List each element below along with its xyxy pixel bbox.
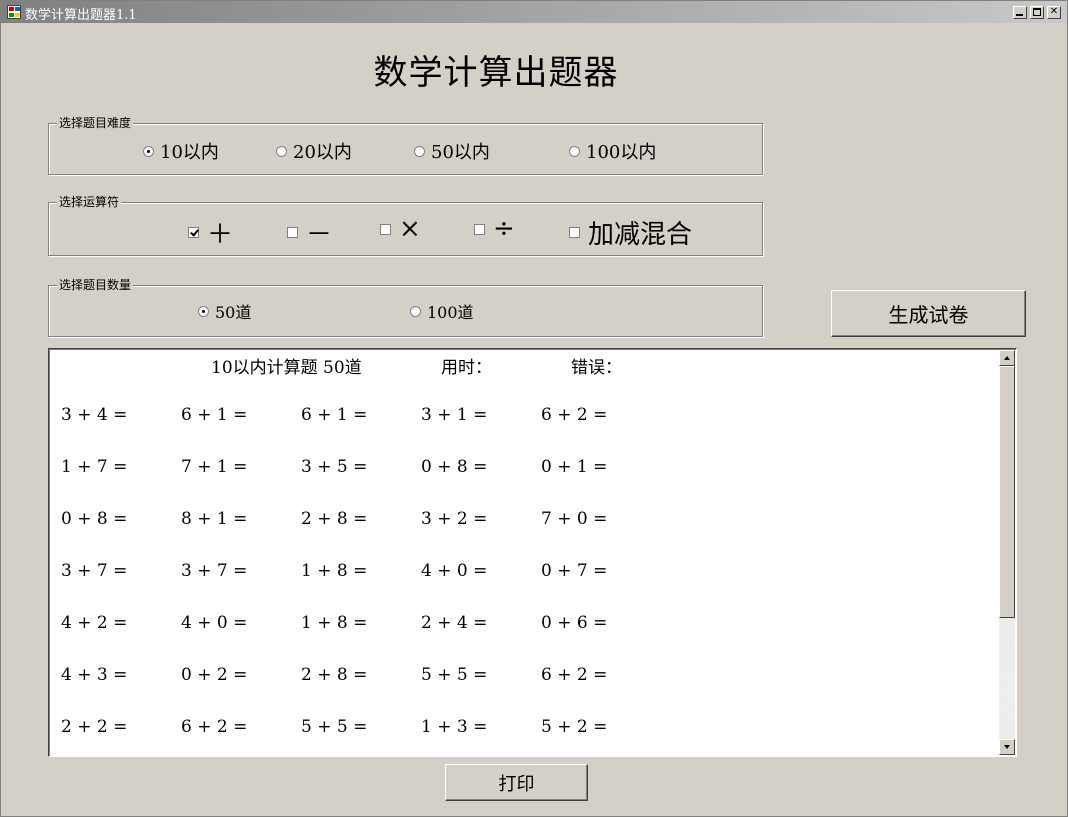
- problem-item: 2 + 2 =: [61, 717, 128, 737]
- paper-heading: 10以内计算题 50道: [211, 358, 362, 378]
- radio-button[interactable]: [276, 145, 287, 157]
- page-title: 数学计算出题器: [373, 53, 619, 93]
- radio-button[interactable]: [198, 305, 209, 317]
- arrow-down-icon: [1004, 745, 1010, 749]
- operator-multiply-checkbox[interactable]: ×: [380, 214, 421, 244]
- vertical-scrollbar[interactable]: [999, 350, 1015, 755]
- radio-button[interactable]: [143, 145, 154, 157]
- problem-item: 6 + 1 =: [181, 405, 248, 425]
- quantity-legend: 选择题目数量: [57, 278, 134, 292]
- problem-item: 6 + 1 =: [301, 405, 368, 425]
- quantity-option-50[interactable]: 50道: [198, 299, 251, 323]
- arrow-up-icon: [1004, 356, 1010, 360]
- problem-item: 6 + 2 =: [541, 665, 608, 685]
- quantity-option-100[interactable]: 100道: [410, 299, 474, 323]
- problem-item: 0 + 8 =: [421, 457, 488, 477]
- operator-minus-checkbox[interactable]: －: [287, 214, 332, 251]
- problem-item: 4 + 0 =: [421, 561, 488, 581]
- problem-item: 3 + 2 =: [421, 509, 488, 529]
- problem-item: 5 + 5 =: [421, 665, 488, 685]
- app-icon: [7, 5, 21, 19]
- maximize-button[interactable]: [1030, 6, 1044, 19]
- checkbox[interactable]: [188, 227, 199, 238]
- checkbox[interactable]: [474, 223, 485, 235]
- difficulty-option-10[interactable]: 10以内: [143, 138, 219, 164]
- error-label: 错误：: [571, 358, 622, 378]
- problem-item: 1 + 8 =: [301, 561, 368, 581]
- problem-item: 0 + 2 =: [181, 665, 248, 685]
- problem-item: 4 + 2 =: [61, 613, 128, 633]
- radio-button[interactable]: [410, 305, 421, 317]
- problem-item: 1 + 3 =: [421, 717, 488, 737]
- problem-item: 7 + 1 =: [181, 457, 248, 477]
- close-button[interactable]: ✕: [1047, 6, 1061, 19]
- problem-item: 7 + 0 =: [541, 509, 608, 529]
- problem-item: 2 + 8 =: [301, 665, 368, 685]
- operator-group: 选择运算符 ＋ － × ÷ 加减混合: [48, 195, 763, 256]
- quantity-group: 选择题目数量 50道 100道: [48, 278, 763, 337]
- problem-item: 0 + 8 =: [61, 509, 128, 529]
- operator-divide-checkbox[interactable]: ÷: [474, 214, 515, 244]
- problem-item: 3 + 7 =: [61, 561, 128, 581]
- problem-item: 3 + 7 =: [181, 561, 248, 581]
- problem-item: 2 + 8 =: [301, 509, 368, 529]
- generate-paper-button[interactable]: 生成试卷: [831, 290, 1026, 337]
- problem-item: 0 + 7 =: [541, 561, 608, 581]
- problem-item: 3 + 4 =: [61, 405, 128, 425]
- difficulty-option-20[interactable]: 20以内: [276, 138, 352, 164]
- checkbox[interactable]: [569, 227, 580, 238]
- print-button[interactable]: 打印: [445, 764, 588, 801]
- operator-legend: 选择运算符: [57, 195, 122, 209]
- close-icon: ✕: [1049, 6, 1059, 17]
- scroll-down-button[interactable]: [999, 739, 1015, 755]
- problem-item: 0 + 6 =: [541, 613, 608, 633]
- title-bar[interactable]: 数学计算出题器1.1 ✕: [1, 1, 1067, 23]
- checkbox[interactable]: [287, 227, 298, 238]
- minimize-icon: [1016, 14, 1023, 16]
- problem-item: 1 + 8 =: [301, 613, 368, 633]
- problem-item: 1 + 7 =: [61, 457, 128, 477]
- problem-item: 0 + 1 =: [541, 457, 608, 477]
- checkbox[interactable]: [380, 223, 391, 235]
- problem-item: 3 + 1 =: [421, 405, 488, 425]
- problem-item: 2 + 4 =: [421, 613, 488, 633]
- problem-item: 8 + 1 =: [181, 509, 248, 529]
- minimize-button[interactable]: [1013, 6, 1027, 19]
- problem-item: 5 + 2 =: [541, 717, 608, 737]
- problem-item: 5 + 5 =: [301, 717, 368, 737]
- problem-item: 4 + 0 =: [181, 613, 248, 633]
- operator-plus-checkbox[interactable]: ＋: [188, 214, 233, 251]
- radio-button[interactable]: [414, 145, 425, 157]
- radio-button[interactable]: [569, 145, 580, 157]
- problem-item: 4 + 3 =: [61, 665, 128, 685]
- problem-item: 3 + 5 =: [301, 457, 368, 477]
- difficulty-group: 选择题目难度 10以内 20以内 50以内 100以内: [48, 116, 763, 175]
- difficulty-legend: 选择题目难度: [57, 116, 134, 130]
- app-window: 数学计算出题器1.1 ✕ 数学计算出题器 选择题目难度 10以内 20以内 50…: [0, 0, 1068, 817]
- window-title: 数学计算出题器1.1: [25, 8, 137, 23]
- scroll-thumb[interactable]: [999, 366, 1015, 618]
- operator-mixed-checkbox[interactable]: 加减混合: [569, 214, 692, 251]
- difficulty-option-50[interactable]: 50以内: [414, 138, 490, 164]
- problem-item: 6 + 2 =: [181, 717, 248, 737]
- difficulty-option-100[interactable]: 100以内: [569, 138, 656, 164]
- scroll-up-button[interactable]: [999, 350, 1015, 366]
- time-label: 用时：: [441, 358, 492, 378]
- problem-item: 6 + 2 =: [541, 405, 608, 425]
- maximize-icon: [1033, 8, 1041, 16]
